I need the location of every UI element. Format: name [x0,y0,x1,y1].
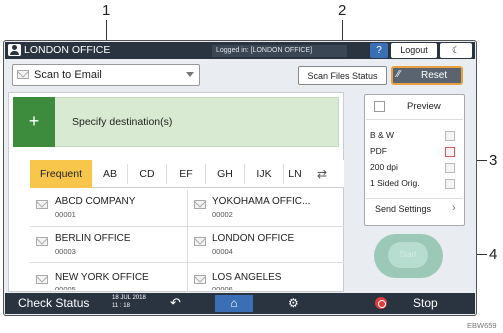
chevron-down-icon [186,72,194,77]
destination-number: 00006 [212,285,233,290]
user-name: LONDON OFFICE [24,44,111,56]
date-display: 18 JUL 2018 [112,295,146,301]
destination-name: BERLIN OFFICE [55,233,131,244]
tab-ef[interactable]: EF [168,160,204,188]
envelope-icon [17,70,29,79]
tab-ab[interactable]: AB [94,160,126,188]
logout-button[interactable]: Logout [391,43,437,58]
destination-name: LOS ANGELES [212,272,282,283]
function-select-value: Scan to Email [34,69,102,81]
send-settings-button[interactable]: Send Settings [366,198,463,218]
reset-icon: ∕∕ [397,69,401,80]
tab-cd[interactable]: CD [129,160,165,188]
envelope-icon [36,200,48,209]
home-button[interactable]: ⌂ [215,295,253,312]
scan-files-status-button[interactable]: Scan Files Status [298,66,387,85]
home-icon: ⌂ [230,296,238,310]
start-button-label: Start [388,242,428,268]
specify-destination-label: Specify destination(s) [72,116,173,128]
login-status: Logged in: [LONDON OFFICE] [212,45,347,57]
user-icon [8,44,21,56]
tab-divider [166,164,167,184]
envelope-icon [36,275,48,284]
stop-icon [375,297,387,309]
destination-number: 00002 [212,210,233,219]
resolution-setting: 200 dpi [370,162,398,172]
panel-divider [366,119,463,120]
stop-button[interactable]: Stop [413,296,438,311]
destination-number: 00001 [55,210,76,219]
energy-saver-button[interactable]: ☾ [440,43,472,58]
back-icon[interactable]: ↶ [170,294,181,312]
envelope-icon [194,275,206,284]
pdf-icon [445,147,455,157]
tab-ijk[interactable]: IJK [246,160,282,188]
envelope-icon [194,200,206,209]
check-status-button[interactable]: Check Status [18,296,89,311]
tab-divider [244,164,245,184]
resolution-icon [445,163,455,173]
tab-ln[interactable]: LN [285,160,305,188]
gear-icon[interactable]: ⚙ [288,294,299,312]
add-destination-button[interactable]: + [13,97,55,147]
destination-name: YOKOHAMA OFFIC... [212,196,311,207]
sides-icon [445,179,455,189]
callout-2: 2 [338,2,347,19]
destination-name: NEW YORK OFFICE [55,272,149,283]
envelope-icon [194,237,206,246]
callout-1: 1 [102,2,111,19]
destination-number: 00005 [55,285,76,290]
tab-frequent[interactable]: Frequent [30,160,92,188]
tab-divider [205,164,206,184]
figure-code: EBW659 [467,321,497,330]
destination-number: 00004 [212,247,233,256]
preview-label: Preview [407,101,441,112]
chevron-right-icon: › [452,202,456,214]
tab-gh[interactable]: GH [207,160,243,188]
specify-destination-area[interactable] [13,97,339,147]
callout-4: 4 [489,246,498,263]
callout-3: 3 [489,152,498,169]
destination-name: ABCD COMPANY [55,196,136,207]
file-type-setting: PDF [370,146,387,156]
swap-icon[interactable]: ⇄ [305,160,339,188]
destination-number: 00003 [55,247,76,256]
color-setting: B & W [370,130,395,140]
envelope-icon [36,237,48,246]
time-display: 11 : 18 [112,303,130,309]
document-icon [445,131,455,141]
preview-checkbox[interactable] [374,101,385,112]
tab-divider [283,164,284,184]
tab-divider [127,164,128,184]
sides-setting: 1 Sided Orig. [370,178,420,188]
moon-icon: ☾ [451,45,461,55]
help-button[interactable]: ? [370,43,388,58]
destination-name: LONDON OFFICE [212,233,295,244]
